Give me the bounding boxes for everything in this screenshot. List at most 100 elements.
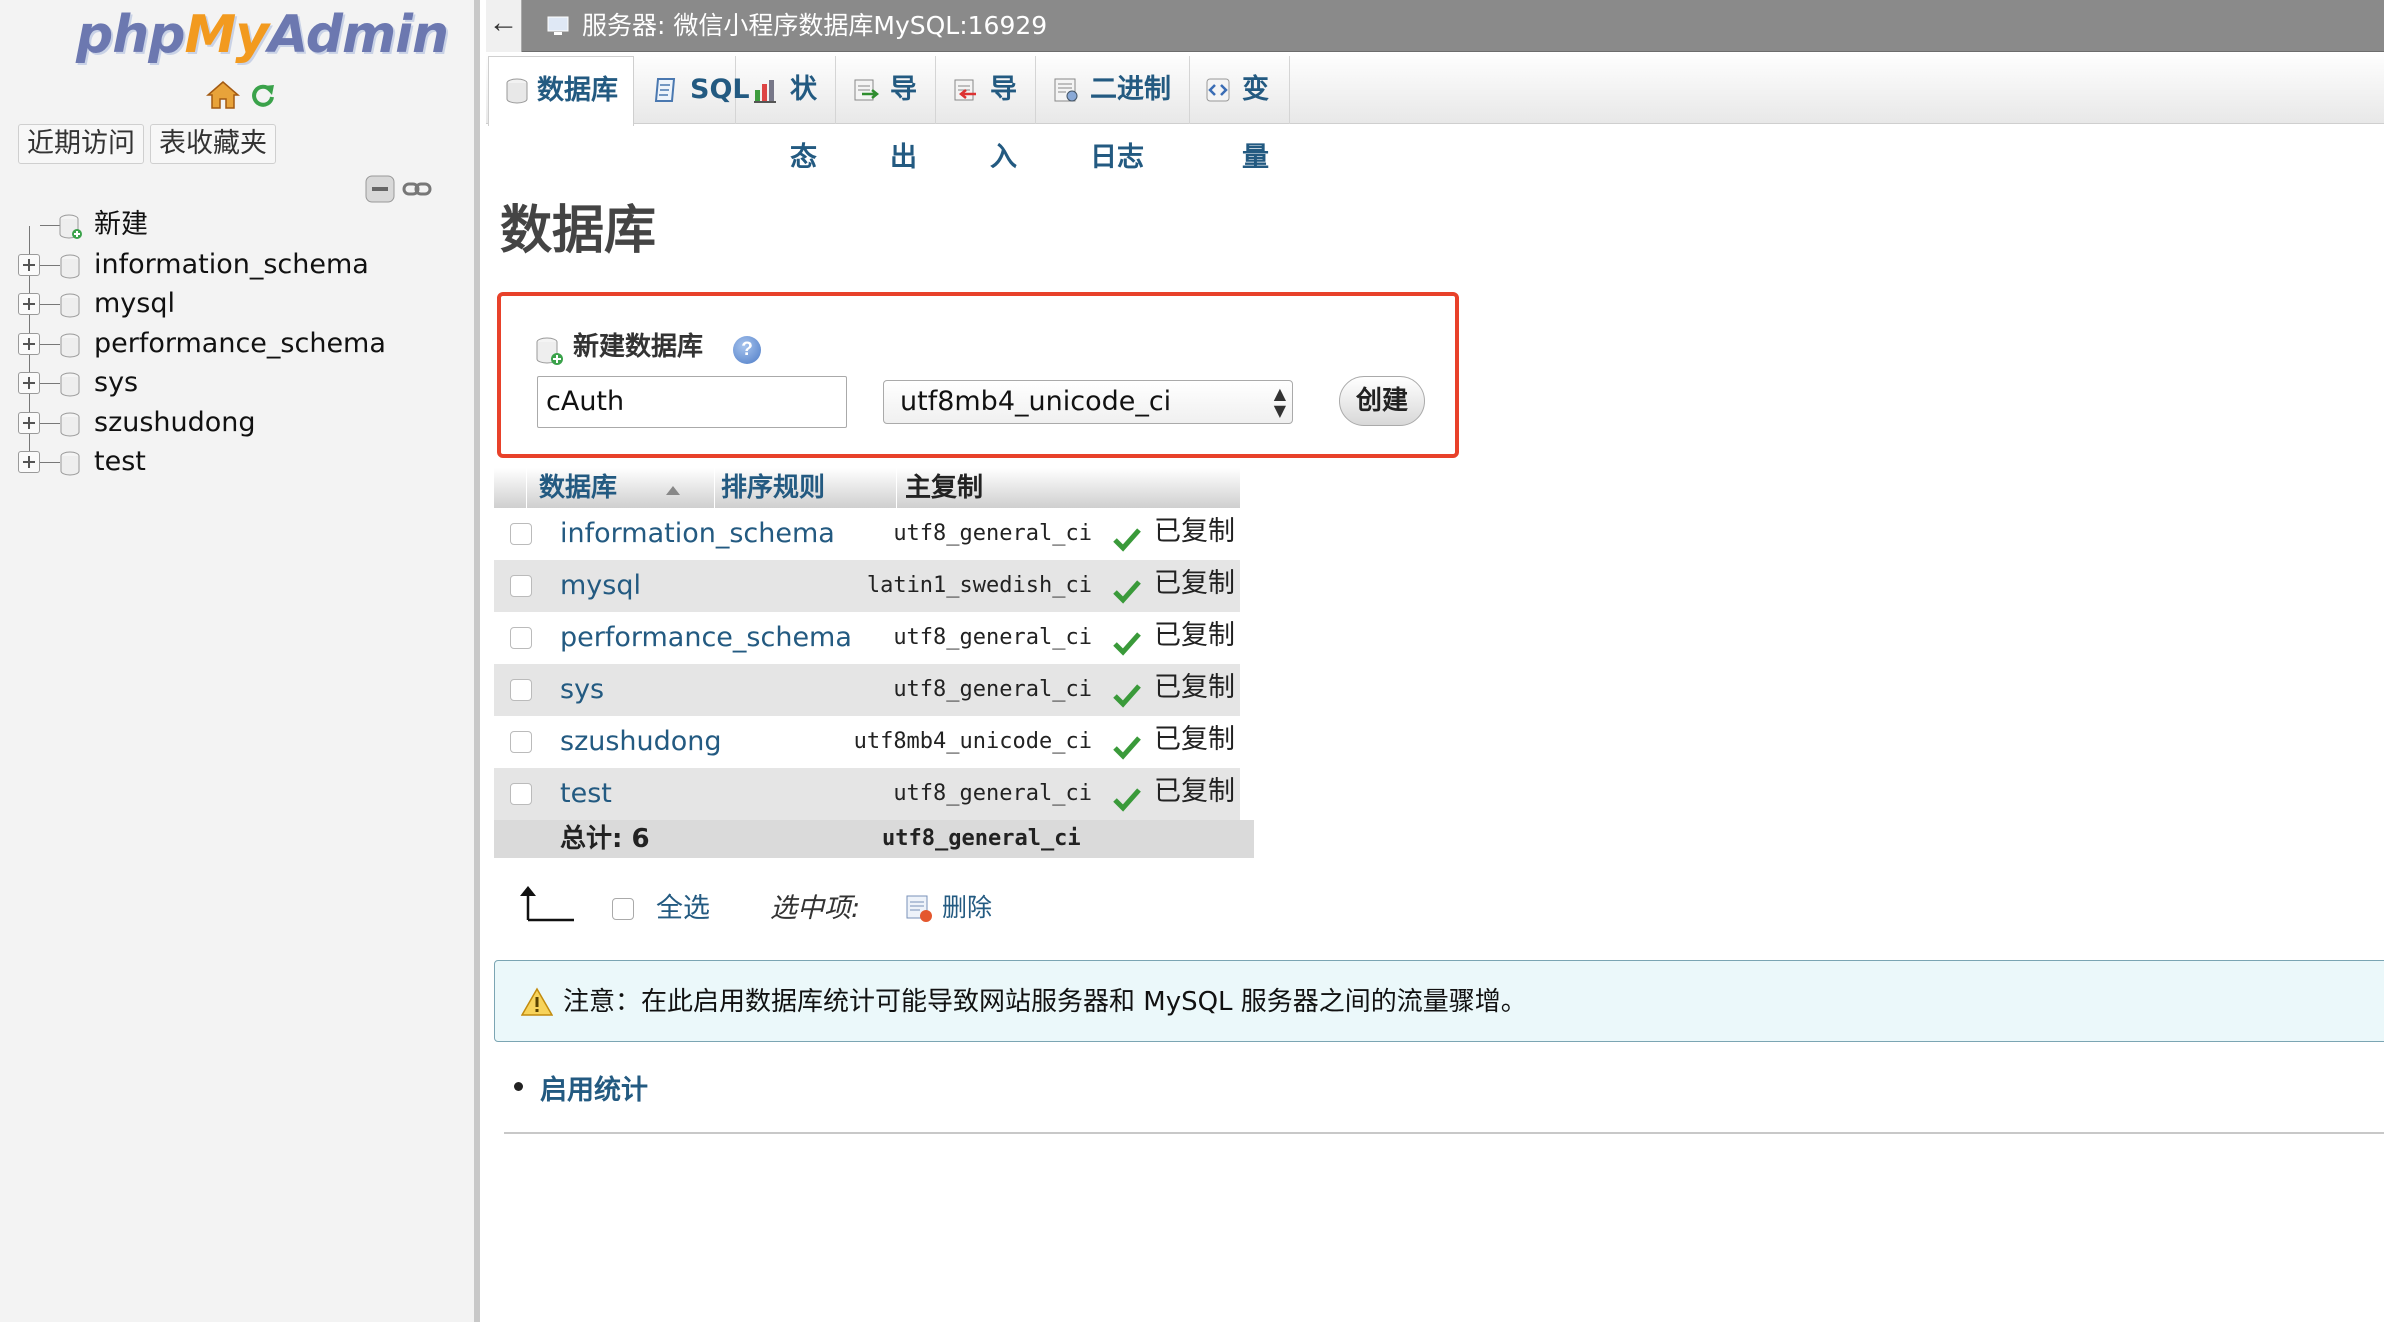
database-link[interactable]: information_schema	[560, 508, 835, 560]
check-icon	[1113, 528, 1141, 552]
table-row: sys utf8_general_ci 已复制	[494, 664, 1240, 716]
delete-icon[interactable]	[904, 893, 934, 923]
check-icon	[1113, 684, 1141, 708]
replication-status: 已复制	[1154, 672, 1235, 703]
expand-icon[interactable]	[18, 293, 40, 315]
sort-ascending-icon[interactable]	[666, 486, 680, 495]
tab-status[interactable]: 状态	[738, 56, 836, 173]
collation-value: utf8_general_ci	[893, 781, 1092, 806]
select-all-label[interactable]: 全选	[656, 886, 710, 925]
row-checkbox[interactable]	[510, 523, 532, 545]
check-icon	[1113, 580, 1141, 604]
tree-label[interactable]: szushudong	[94, 406, 256, 440]
row-checkbox[interactable]	[510, 627, 532, 649]
home-icon[interactable]	[206, 80, 240, 110]
database-icon	[60, 451, 80, 476]
with-selected-label: 选中项:	[770, 893, 861, 924]
table-row: szushudong utf8mb4_unicode_ci 已复制	[494, 716, 1240, 768]
tab-sql[interactable]: SQL	[636, 56, 750, 124]
tab-databases[interactable]: 数据库	[488, 56, 634, 126]
replication-status: 已复制	[1154, 776, 1235, 807]
expand-icon[interactable]	[18, 253, 40, 276]
database-link[interactable]: szushudong	[560, 716, 722, 768]
row-checkbox[interactable]	[510, 731, 532, 753]
enable-statistics-link[interactable]: 启用统计	[514, 1068, 648, 1107]
delete-button[interactable]: 删除	[942, 888, 992, 924]
database-link[interactable]: performance_schema	[560, 612, 852, 664]
tab-import[interactable]: 导入	[938, 56, 1036, 173]
table-row: performance_schema utf8_general_ci 已复制	[494, 612, 1240, 664]
collation-select[interactable]: utf8mb4_unicode_ci ▲ ▼	[883, 380, 1293, 424]
tab-export[interactable]: 导出	[838, 56, 936, 173]
database-name-input[interactable]: cAuth	[537, 376, 847, 428]
row-checkbox[interactable]	[510, 783, 532, 805]
select-arrows-icon: ▲ ▼	[1273, 384, 1286, 420]
select-all-checkbox[interactable]	[612, 898, 634, 920]
binlog-icon	[1054, 78, 1078, 102]
notice-box: 注意：在此启用数据库统计可能导致网站服务器和 MySQL 服务器之间的流量骤增。	[494, 960, 2384, 1042]
column-header-database[interactable]: 数据库	[526, 468, 714, 508]
warning-icon	[521, 987, 553, 1016]
status-icon	[754, 80, 776, 103]
table-row: mysql latin1_swedish_ci 已复制	[494, 560, 1240, 612]
notice-text: 注意：在此启用数据库统计可能导致网站服务器和 MySQL 服务器之间的流量骤增。	[563, 987, 1527, 1017]
database-icon	[60, 412, 80, 436]
arrow-up-left-icon	[520, 886, 574, 922]
collapse-all-icon[interactable]	[364, 174, 396, 204]
collation-value: utf8_general_ci	[893, 521, 1092, 546]
tree-item-information-schema[interactable]: information_schema	[0, 245, 470, 285]
tree-label: 新建	[94, 209, 148, 240]
tree-item-mysql[interactable]: mysql	[0, 285, 470, 325]
total-label: 总计: 6	[560, 824, 650, 854]
database-icon	[506, 78, 528, 104]
table-header: 数据库 排序规则 主复制	[494, 468, 1240, 508]
tree-label[interactable]: test	[94, 445, 146, 479]
expand-icon[interactable]	[18, 372, 40, 394]
import-icon	[954, 79, 976, 101]
database-icon	[60, 254, 80, 278]
tab-variables[interactable]: 变量	[1192, 56, 1290, 173]
favorites-tab[interactable]: 表收藏夹	[150, 124, 276, 164]
collation-value: latin1_swedish_ci	[866, 573, 1092, 598]
server-title[interactable]: 服务器: 微信小程序数据库MySQL:16929	[582, 0, 1047, 52]
back-arrow-button[interactable]: ←	[486, 0, 522, 52]
database-icon	[60, 333, 80, 357]
tab-binary-log[interactable]: 二进制日志	[1038, 56, 1190, 173]
new-database-icon	[536, 337, 563, 365]
tree-item-new[interactable]: 新建	[0, 206, 470, 246]
tree-item-test[interactable]: test	[0, 443, 470, 483]
reload-icon[interactable]	[250, 82, 276, 108]
expand-icon[interactable]	[18, 332, 40, 355]
create-button[interactable]: 创建	[1339, 376, 1425, 426]
row-checkbox[interactable]	[510, 679, 532, 701]
row-checkbox[interactable]	[510, 575, 532, 597]
variables-icon	[1206, 78, 1230, 102]
create-database-heading: 新建数据库	[573, 332, 704, 362]
tree-label[interactable]: sys	[94, 366, 138, 400]
replication-status: 已复制	[1154, 724, 1235, 755]
collation-value: utf8mb4_unicode_ci	[853, 729, 1092, 754]
database-icon	[60, 372, 80, 397]
tree-item-sys[interactable]: sys	[0, 364, 470, 404]
recent-tab[interactable]: 近期访问	[18, 124, 144, 164]
link-icon[interactable]	[402, 178, 432, 200]
database-link[interactable]: sys	[560, 664, 604, 716]
replication-status: 已复制	[1154, 568, 1235, 599]
tree-label[interactable]: mysql	[94, 287, 175, 321]
help-icon[interactable]: ?	[733, 336, 761, 364]
database-link[interactable]: test	[560, 768, 612, 820]
database-link[interactable]: mysql	[560, 560, 641, 612]
table-total-row: 总计: 6 utf8_general_ci	[494, 820, 1254, 858]
server-icon	[547, 16, 569, 35]
tree-item-performance-schema[interactable]: performance_schema	[0, 324, 470, 364]
tree-label[interactable]: performance_schema	[94, 327, 386, 361]
expand-icon[interactable]	[18, 451, 40, 473]
phpmyadmin-logo[interactable]: phpMyAdmin	[76, 0, 449, 70]
expand-icon[interactable]	[18, 411, 40, 434]
column-header-collation[interactable]: 排序规则	[714, 468, 896, 508]
tree-label[interactable]: information_schema	[94, 248, 369, 282]
table-row: information_schema utf8_general_ci 已复制	[494, 508, 1240, 560]
tree-item-szushudong[interactable]: szushudong	[0, 403, 470, 443]
table-row: test utf8_general_ci 已复制	[494, 768, 1240, 820]
sql-icon	[654, 78, 676, 102]
